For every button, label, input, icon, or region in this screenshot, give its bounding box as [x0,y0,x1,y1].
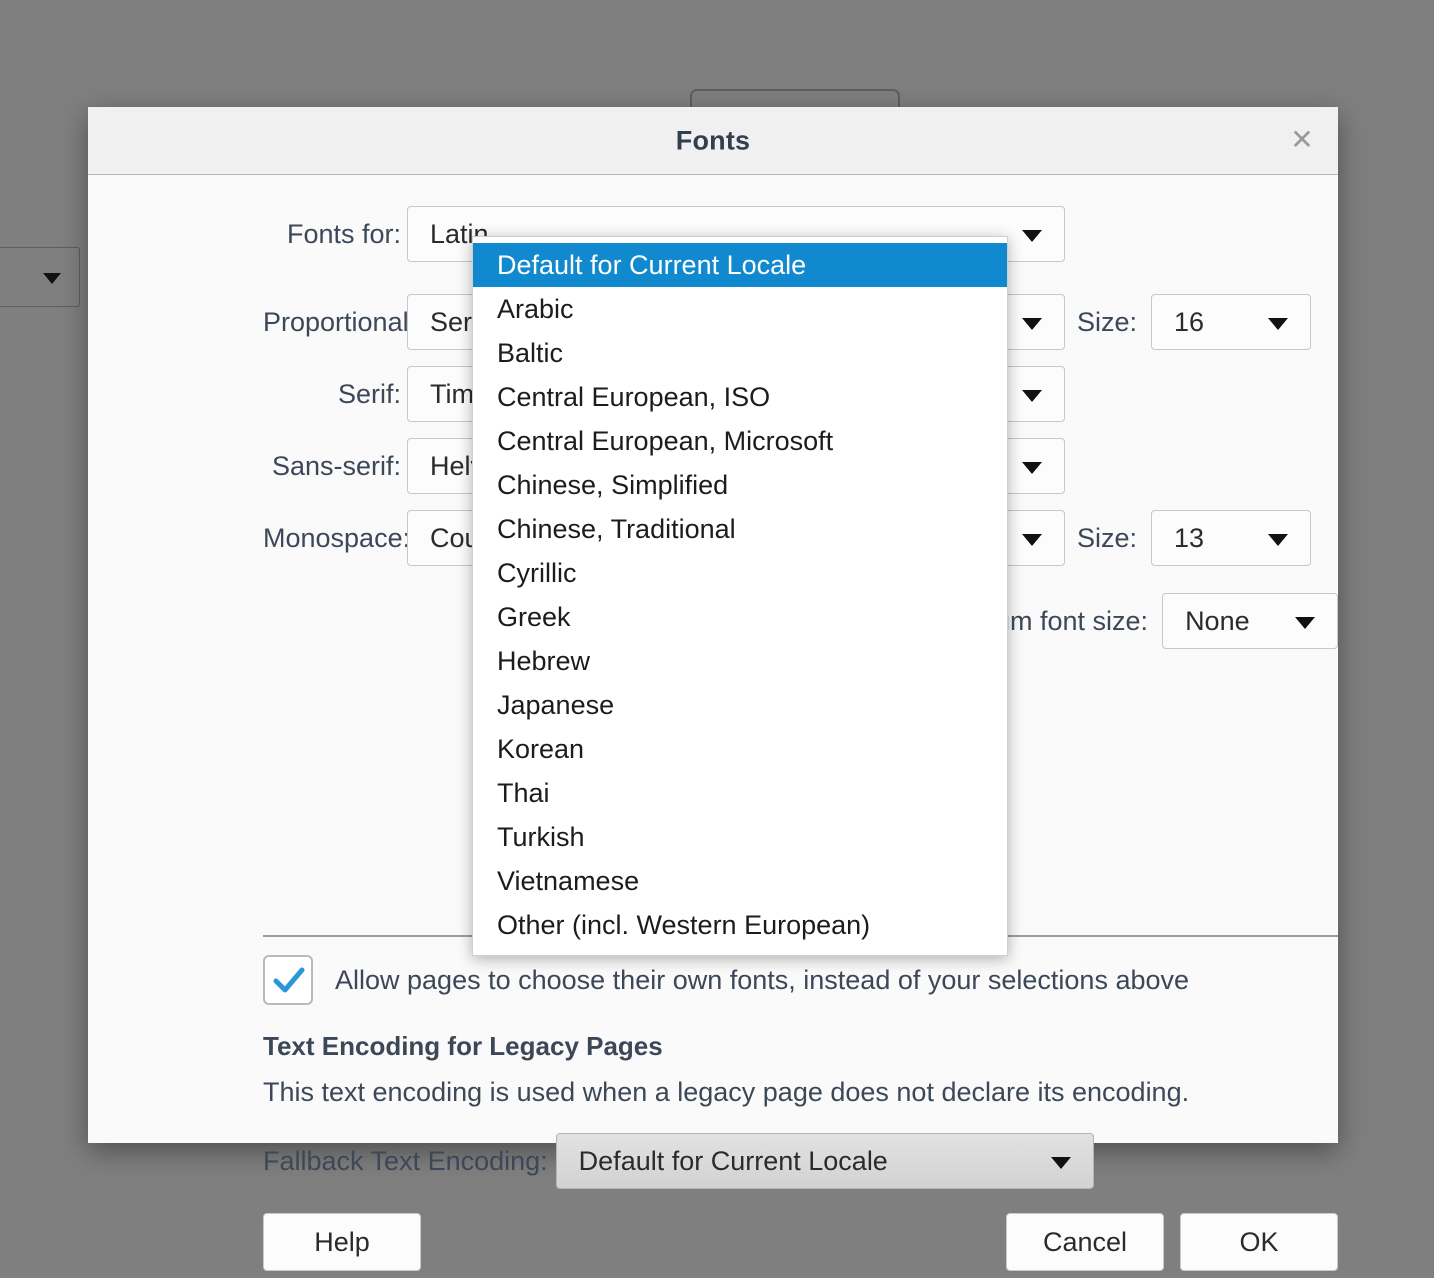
select-proportional-size[interactable]: 16 [1151,294,1312,350]
encoding-dropdown-popup: Default for Current Locale Arabic Baltic Ce… [472,236,1008,956]
chevron-down-icon [1295,617,1315,629]
select-fallback-encoding-value: Default for Current Locale [578,1145,888,1176]
allow-pages-checkbox[interactable] [263,955,313,1005]
select-minimum-font-size-value: None [1185,605,1250,636]
label-monospace-size: Size: [1077,522,1138,553]
allow-pages-checkbox-row[interactable]: Allow pages to choose their own fonts, i… [263,955,1189,1005]
dropdown-option[interactable]: Baltic [473,331,1007,375]
select-monospace-size[interactable]: 13 [1151,510,1312,566]
select-monospace-size-value: 13 [1174,522,1205,553]
chevron-down-icon [1022,462,1042,474]
dropdown-option[interactable]: Arabic [473,287,1007,331]
dropdown-option[interactable]: Central European, ISO [473,375,1007,419]
chevron-down-icon [1022,534,1042,546]
dropdown-option[interactable]: Korean [473,727,1007,771]
dropdown-option[interactable]: Default for Current Locale [473,243,1007,287]
dropdown-option[interactable]: Cyrillic [473,551,1007,595]
chevron-down-icon [1268,318,1289,330]
help-button[interactable]: Help [263,1213,421,1271]
dropdown-option[interactable]: Hebrew [473,639,1007,683]
dropdown-option[interactable]: Thai [473,771,1007,815]
label-proportional: Proportional: [263,306,417,337]
dropdown-option[interactable]: Other (incl. Western European) [473,903,1007,947]
checkmark-icon [273,967,305,993]
dropdown-option[interactable]: Japanese [473,683,1007,727]
encoding-section-heading: Text Encoding for Legacy Pages [263,1031,663,1061]
select-proportional-size-value: 16 [1174,306,1205,337]
row-fallback-encoding: Fallback Text Encoding: Default for Curr… [263,1133,1338,1189]
label-serif: Serif: [337,378,401,409]
allow-pages-checkbox-label: Allow pages to choose their own fonts, i… [335,964,1190,995]
ok-button[interactable]: OK [1180,1213,1338,1271]
chevron-down-icon [1022,318,1042,330]
chevron-down-icon [1022,390,1042,402]
chevron-down-icon [43,273,61,284]
dropdown-option[interactable]: Greek [473,595,1007,639]
dropdown-option[interactable]: Turkish [473,815,1007,859]
label-fonts-for: Fonts for: [286,218,401,249]
label-proportional-size: Size: [1077,306,1138,337]
dropdown-option[interactable]: Central European, Microsoft [473,419,1007,463]
cancel-button[interactable]: Cancel [1006,1213,1164,1271]
chevron-down-icon [1268,534,1289,546]
dropdown-option[interactable]: Chinese, Traditional [473,507,1007,551]
dropdown-option[interactable]: Vietnamese [473,859,1007,903]
chevron-down-icon [1050,1157,1071,1169]
background-dropdown-left[interactable] [0,247,80,307]
label-sans-serif: Sans-serif: [271,450,401,481]
select-fallback-encoding[interactable]: Default for Current Locale [555,1133,1094,1189]
encoding-section-description: This text encoding is used when a legacy… [263,1077,1190,1107]
select-minimum-font-size[interactable]: None [1162,593,1338,649]
dialog-titlebar: Fonts ✕ [88,107,1338,175]
label-fallback-encoding: Fallback Text Encoding: [263,1145,548,1176]
label-monospace: Monospace: [263,522,411,553]
dialog-title: Fonts [675,125,751,155]
chevron-down-icon [1022,230,1042,242]
dropdown-option[interactable]: Chinese, Simplified [473,463,1007,507]
close-icon[interactable]: ✕ [1284,123,1320,159]
